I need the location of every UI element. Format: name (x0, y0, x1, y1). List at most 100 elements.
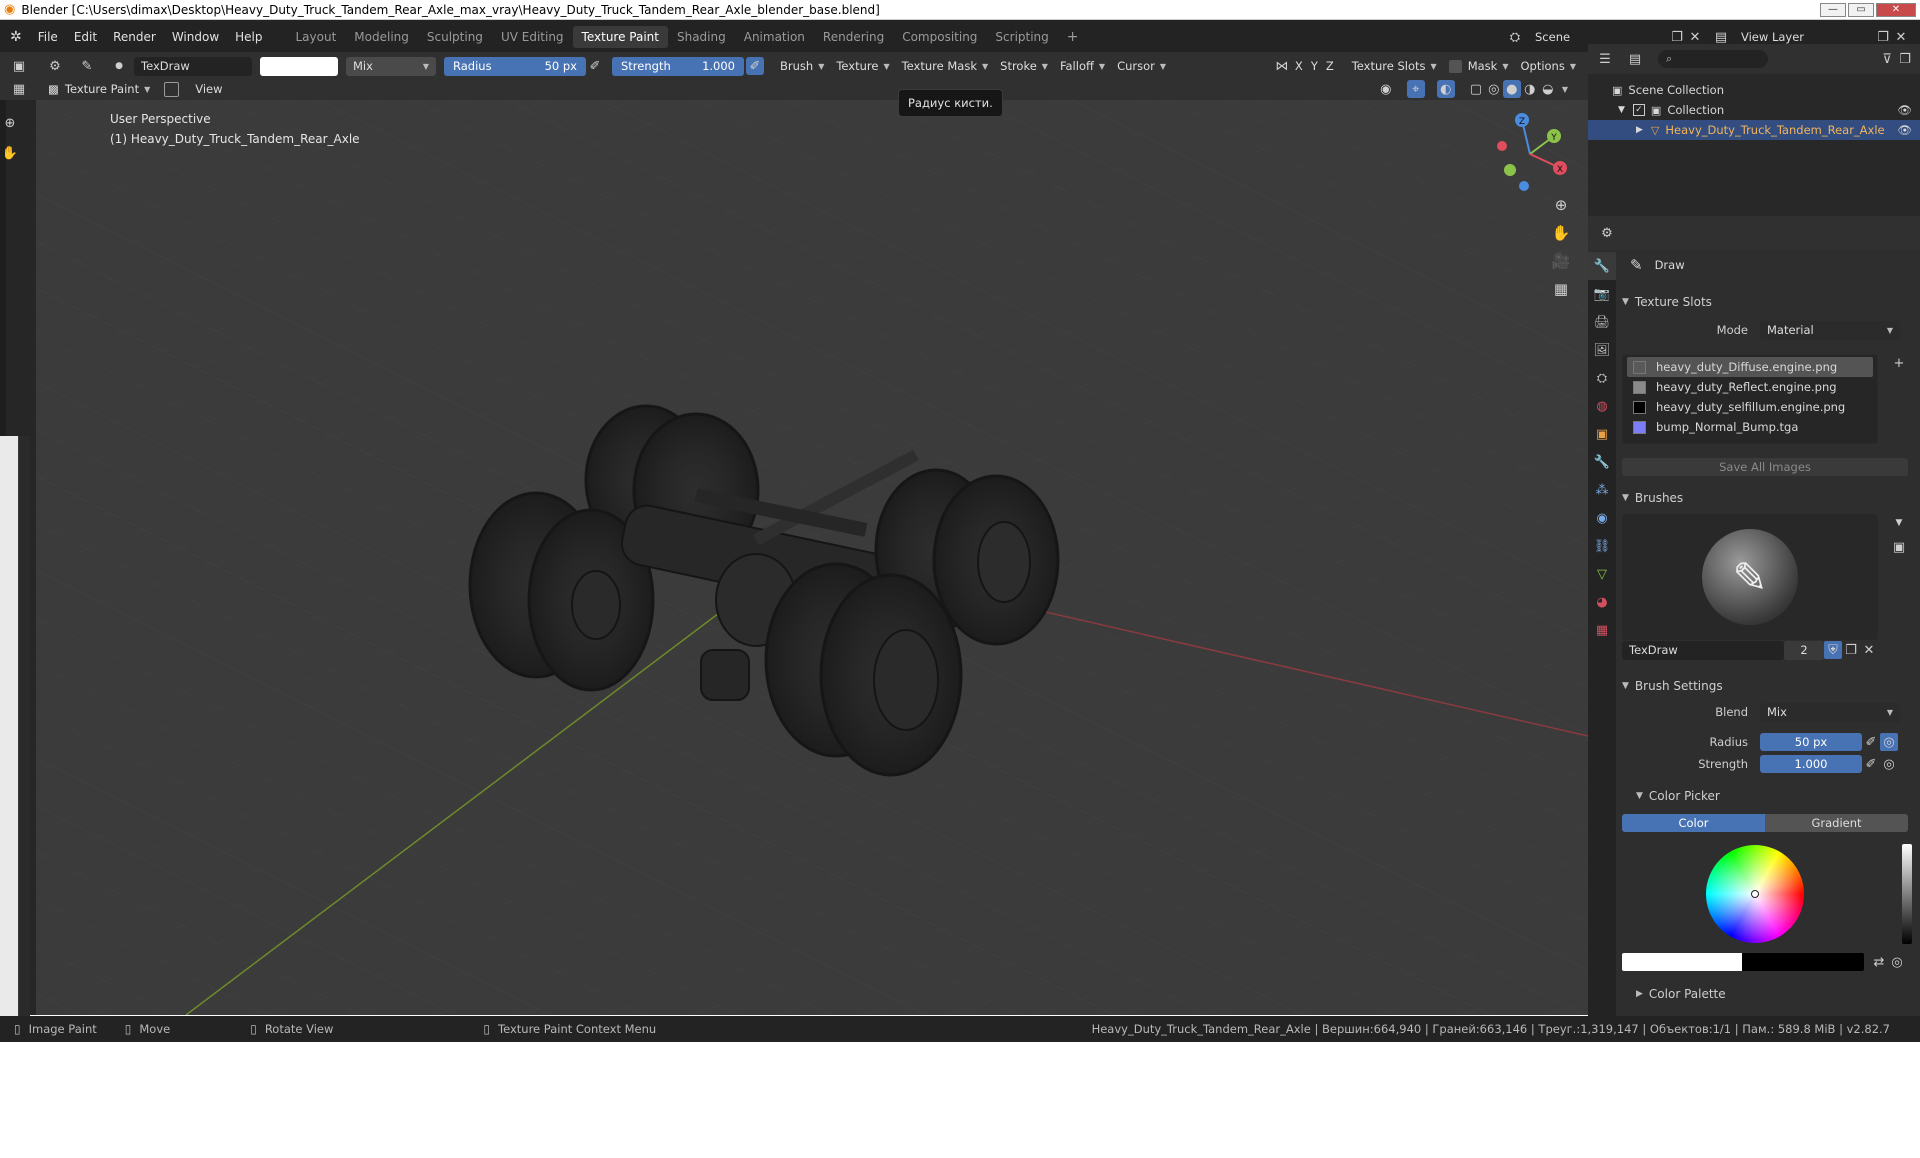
tab-particles-icon[interactable]: ⁂ (1588, 476, 1616, 504)
brush-settings-panel-header[interactable]: ▼ Brush Settings (1622, 676, 1914, 696)
camera-view-icon[interactable]: 🎥 (1552, 252, 1571, 270)
tab-animation[interactable]: Animation (735, 26, 814, 48)
radius-setting-slider[interactable]: 50 px (1760, 733, 1862, 751)
overlays-icon[interactable]: ◐ (1436, 80, 1455, 98)
tab-scripting[interactable]: Scripting (986, 26, 1057, 48)
tab-material-icon[interactable]: ◕ (1588, 588, 1616, 616)
tab-view-layer-icon[interactable]: 🖼 (1588, 336, 1616, 364)
strength-pressure-icon[interactable]: ✐ (1862, 755, 1880, 773)
cursor-menu[interactable]: Cursor ▼ (1111, 59, 1172, 73)
duplicate-brush-icon[interactable]: ❐ (1842, 641, 1860, 659)
primary-color-swatch[interactable] (1622, 953, 1742, 971)
tool-settings-icon[interactable]: ⚙ (46, 57, 64, 75)
collection-checkbox[interactable]: ✓ (1632, 104, 1645, 116)
shading-wireframe-icon[interactable]: ◎ (1485, 80, 1503, 98)
add-slot-icon[interactable]: + (1890, 354, 1908, 372)
tab-tool[interactable]: 🔧 (1588, 252, 1616, 280)
properties-editor-icon[interactable]: ⚙ (1598, 224, 1616, 242)
texture-slots-menu[interactable]: Texture Slots ▼ (1346, 59, 1443, 73)
mode-dropdown[interactable]: ▩ Texture Paint ▼ (42, 82, 156, 96)
value-slider[interactable] (1902, 844, 1912, 944)
texture-slot-item[interactable]: heavy_duty_selfillum.engine.png (1627, 397, 1873, 417)
tab-layout[interactable]: Layout (287, 26, 346, 48)
xray-icon[interactable]: ▢ (1467, 80, 1485, 98)
maximize-button[interactable]: ▭ (1848, 2, 1874, 17)
strength-unified-icon[interactable]: ◎ (1880, 755, 1898, 773)
texture-mode-dropdown[interactable]: Material ▼ (1760, 320, 1900, 340)
tab-gradient[interactable]: Gradient (1765, 814, 1908, 832)
chevron-down-icon[interactable]: ▼ (1890, 514, 1908, 532)
radius-pressure-icon[interactable]: ✐ (586, 57, 604, 75)
paint-mask-icon[interactable] (164, 81, 180, 97)
color-wheel[interactable] (1706, 845, 1804, 943)
brush-users-count[interactable]: 2 (1784, 640, 1824, 660)
brush-name-field[interactable]: TexDraw (134, 56, 252, 76)
tab-object-icon[interactable]: ▣ (1588, 420, 1616, 448)
tab-scene-icon[interactable]: ⛭ (1588, 364, 1616, 392)
close-button[interactable]: ✕ (1876, 2, 1916, 17)
navigation-gizmo[interactable]: Z Y X (1486, 108, 1576, 198)
gizmo-neg-z-ball[interactable] (1519, 181, 1529, 191)
tab-modifiers-icon[interactable]: 🔧 (1588, 448, 1616, 476)
unified-color-icon[interactable]: ◎ (1888, 953, 1906, 971)
tab-texture-icon[interactable]: ▦ (1588, 616, 1616, 644)
mirror-x-toggle[interactable]: X (1291, 59, 1307, 73)
3d-viewport[interactable]: User Perspective (1) Heavy_Duty_Truck_Ta… (36, 100, 1588, 1015)
new-collection-icon[interactable]: ❐ (1896, 50, 1914, 68)
tab-render-icon[interactable]: 📷 (1588, 280, 1616, 308)
brush-menu[interactable]: Brush ▼ (774, 59, 830, 73)
unlink-brush-icon[interactable]: ✕ (1860, 641, 1878, 659)
texture-slot-item[interactable]: bump_Normal_Bump.tga (1627, 417, 1873, 437)
texture-mask-menu[interactable]: Texture Mask ▼ (896, 59, 995, 73)
falloff-menu[interactable]: Falloff ▼ (1054, 59, 1111, 73)
expand-arrow-icon[interactable]: ▶ (1636, 125, 1643, 135)
pan-view-icon[interactable]: ✋ (1552, 224, 1571, 242)
visibility-icon[interactable]: ◉ (1377, 80, 1395, 98)
eye-icon[interactable]: 👁 (1897, 123, 1912, 137)
tab-constraints-icon[interactable]: ⛓ (1588, 532, 1616, 560)
tab-uv-editing[interactable]: UV Editing (492, 26, 573, 48)
secondary-color-swatch[interactable] (1742, 953, 1864, 971)
shading-material-icon[interactable]: ◑ (1521, 80, 1539, 98)
outliner-editor-icon[interactable]: ☰ (1596, 50, 1614, 68)
radius-slider[interactable]: Radius 50 px (444, 56, 586, 76)
mirror-y-toggle[interactable]: Y (1307, 59, 1322, 73)
menu-edit[interactable]: Edit (66, 30, 105, 44)
symmetry-icon[interactable]: ⋈ (1273, 57, 1291, 75)
brush-preview[interactable]: ✎ (1622, 514, 1878, 640)
ortho-view-icon[interactable]: ▦ (1552, 280, 1570, 298)
tab-physics-icon[interactable]: ◉ (1588, 504, 1616, 532)
mirror-z-toggle[interactable]: Z (1322, 59, 1338, 73)
radius-unit-icon[interactable]: ◎ (1880, 733, 1898, 751)
blend-dropdown[interactable]: Mix ▼ (1760, 702, 1900, 722)
save-all-images-button[interactable]: Save All Images (1622, 458, 1908, 476)
shading-solid-icon[interactable]: ● (1502, 80, 1521, 98)
uv-editor-icon[interactable]: ▦ (10, 80, 28, 98)
color-palette-panel-header[interactable]: ▶ Color Palette (1622, 984, 1914, 1004)
tab-texture-paint[interactable]: Texture Paint (572, 26, 668, 48)
texture-slot-item[interactable]: heavy_duty_Diffuse.engine.png (1627, 357, 1873, 377)
texture-slot-item[interactable]: heavy_duty_Reflect.engine.png (1627, 377, 1873, 397)
strength-setting-slider[interactable]: 1.000 (1760, 755, 1862, 773)
menu-render[interactable]: Render (105, 30, 164, 44)
scene-icon[interactable]: ⛭ (1506, 28, 1524, 46)
eye-icon[interactable]: 👁 (1897, 103, 1912, 117)
brush-datablock-name[interactable]: TexDraw (1622, 640, 1784, 660)
tab-modeling[interactable]: Modeling (345, 26, 418, 48)
tab-color[interactable]: Color (1622, 814, 1765, 832)
outliner-search-input[interactable]: ⌕ (1658, 50, 1768, 68)
texture-slots-panel-header[interactable]: ▼ Texture Slots (1622, 292, 1914, 312)
brushes-panel-header[interactable]: ▼ Brushes (1622, 488, 1914, 508)
outliner-row-collection[interactable]: ▼ ✓ ▣ Collection 👁 (1588, 100, 1920, 120)
color-picker-panel-header[interactable]: ▼ Color Picker (1622, 786, 1914, 806)
stroke-menu[interactable]: Stroke ▼ (994, 59, 1054, 73)
options-menu[interactable]: Options ▼ (1514, 59, 1582, 73)
gizmo-neg-x-ball[interactable] (1497, 141, 1507, 151)
blend-mode-dropdown[interactable]: Mix ▼ (346, 56, 436, 76)
gizmo-neg-y-ball[interactable] (1504, 164, 1516, 176)
chevron-down-icon[interactable]: ▼ (1562, 85, 1568, 94)
brush-image-icon[interactable]: ▣ (1890, 538, 1908, 556)
editor-type-icon[interactable]: ▣ (10, 57, 28, 75)
display-mode-icon[interactable]: ▤ (1626, 50, 1644, 68)
gizmo-icon[interactable]: ⌖ (1406, 80, 1425, 98)
